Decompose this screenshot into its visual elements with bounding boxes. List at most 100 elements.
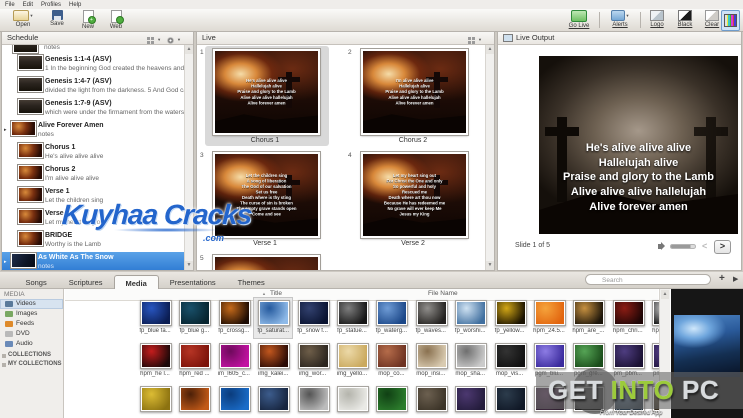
sidebar-item-images[interactable]: Images <box>0 309 63 319</box>
schedule-scrollbar[interactable]: ▲ ▼ <box>184 45 193 270</box>
media-thumbnail[interactable] <box>416 386 448 412</box>
scroll-up-icon[interactable]: ▲ <box>486 45 494 54</box>
media-filename: fp_blue g... <box>175 328 213 334</box>
menu-file[interactable]: File <box>5 2 15 8</box>
media-thumbnail[interactable] <box>219 343 251 369</box>
schedule-item[interactable]: Genesis 1:4-7 (ASV)divided the light fro… <box>2 76 185 98</box>
add-media-button[interactable]: + <box>719 273 725 284</box>
sidebar-item-label: Audio <box>16 340 33 347</box>
live-slide[interactable]: 4Let my heart sing outFor Christ the One… <box>347 148 487 251</box>
sidebar-section[interactable]: COLLECTIONS <box>0 349 63 358</box>
schedule-item[interactable]: Genesis 1:7-9 (ASV)which were under the … <box>2 98 185 120</box>
alerts-button[interactable]: ▼ Alerts <box>604 10 636 30</box>
media-thumbnail[interactable] <box>179 300 211 326</box>
live-slide[interactable]: 2I'm alive alive aliveHallelujah alivePr… <box>347 45 487 148</box>
view-mode-icon[interactable] <box>147 37 154 44</box>
live-slide[interactable]: 1He's alive alive aliveHallelujah aliveP… <box>199 45 347 148</box>
live-output-title: Live Output <box>516 33 554 42</box>
media-thumbnail[interactable] <box>652 300 659 326</box>
scroll-up-icon[interactable]: ▲ <box>661 290 669 299</box>
sidebar-item-audio[interactable]: Audio <box>0 339 63 349</box>
view-mode-icon[interactable] <box>468 37 475 44</box>
media-filename: hpm_red ... <box>175 371 213 377</box>
media-thumbnail[interactable] <box>258 300 290 326</box>
media-thumbnail[interactable] <box>455 300 487 326</box>
media-thumbnail[interactable] <box>337 386 369 412</box>
media-thumbnail[interactable] <box>258 386 290 412</box>
schedule-item[interactable]: Chorus 1He's alive alive alive <box>2 142 185 164</box>
media-thumbnail[interactable] <box>416 343 448 369</box>
media-thumbnail[interactable] <box>613 343 645 369</box>
schedule-item[interactable]: BRIDGEWorthy is the Lamb <box>2 230 185 252</box>
sidebar-item-label: Images <box>16 310 37 317</box>
media-thumbnail[interactable] <box>376 386 408 412</box>
expand-icon[interactable]: ▸ <box>4 259 7 265</box>
menu-profiles[interactable]: Profiles <box>41 2 61 8</box>
easyworship-window: File Edit Profiles Help ▼ Open Save + Ne… <box>0 0 743 418</box>
save-button[interactable]: Save <box>44 10 70 30</box>
schedule-item[interactable]: ▸Alive Forever Amennotes <box>2 120 185 142</box>
schedule-item-subtitle: divided the light from the darkness. 5 A… <box>45 87 185 94</box>
live-scrollbar[interactable]: ▲ ▼ <box>485 45 494 270</box>
next-slide-button[interactable]: > <box>714 240 731 254</box>
media-thumbnail[interactable] <box>376 300 408 326</box>
search-input[interactable]: Search <box>585 274 711 285</box>
media-thumbnail[interactable] <box>219 386 251 412</box>
gear-icon[interactable] <box>167 37 174 44</box>
prev-slide-button[interactable]: < <box>702 241 707 251</box>
schedule-item[interactable]: Chorus 2I'm alive alive alive <box>2 164 185 186</box>
menu-edit[interactable]: Edit <box>23 2 33 8</box>
media-thumbnail[interactable] <box>140 300 172 326</box>
media-thumbnail[interactable] <box>140 343 172 369</box>
open-button[interactable]: ▼ Open <box>8 10 38 30</box>
media-thumbnail[interactable] <box>455 343 487 369</box>
media-thumbnail[interactable] <box>337 300 369 326</box>
schedule-item[interactable]: ▸As White As The Snownotes <box>2 252 185 270</box>
media-thumbnail[interactable] <box>495 300 527 326</box>
new-button[interactable]: + New <box>76 10 100 30</box>
media-thumbnail[interactable] <box>337 343 369 369</box>
web-button[interactable]: Web <box>104 10 128 30</box>
media-thumbnail[interactable] <box>534 300 566 326</box>
go-live-button[interactable]: Go Live <box>563 10 595 30</box>
media-thumbnail[interactable] <box>613 300 645 326</box>
volume-slider[interactable] <box>670 244 696 249</box>
media-thumbnail[interactable] <box>495 386 527 412</box>
sidebar-item-videos[interactable]: Videos <box>0 299 63 309</box>
media-thumbnail[interactable] <box>534 343 566 369</box>
media-thumbnail[interactable] <box>495 343 527 369</box>
media-thumbnail[interactable] <box>573 343 605 369</box>
live-slide[interactable]: 5Worthy is the LambWorthy of our praiseW… <box>199 251 347 270</box>
output-lyrics: He's alive alive aliveHallelujah alivePr… <box>539 141 738 214</box>
media-thumbnail[interactable] <box>140 386 172 412</box>
media-thumbnail[interactable] <box>219 300 251 326</box>
expand-icon[interactable]: ▸ <box>4 127 7 133</box>
media-thumbnail[interactable] <box>179 343 211 369</box>
live-header: Live ▼ <box>197 32 494 45</box>
media-thumbnail[interactable] <box>455 386 487 412</box>
scroll-up-icon[interactable]: ▲ <box>185 45 193 54</box>
scroll-down-icon[interactable]: ▼ <box>185 261 193 270</box>
menu-help[interactable]: Help <box>69 2 81 8</box>
sidebar-item-feeds[interactable]: Feeds <box>0 319 63 329</box>
media-thumbnail[interactable] <box>376 343 408 369</box>
audio-icon <box>5 341 13 347</box>
media-thumbnail[interactable] <box>258 343 290 369</box>
schedule-item[interactable]: Genesis 1:1-4 (ASV)1 In the beginning Go… <box>2 54 185 76</box>
play-media-button[interactable]: ▶ <box>733 275 738 283</box>
media-thumbnail[interactable] <box>298 343 330 369</box>
media-thumbnail[interactable] <box>298 300 330 326</box>
sidebar-section[interactable]: MY COLLECTIONS <box>0 358 63 367</box>
media-thumbnail[interactable] <box>179 386 211 412</box>
clear-icon <box>705 10 719 21</box>
black-button[interactable]: Black <box>672 10 698 30</box>
scroll-down-icon[interactable]: ▼ <box>486 261 494 270</box>
schedule-item-partial[interactable]: notes <box>2 45 185 54</box>
media-thumbnail[interactable] <box>298 386 330 412</box>
media-thumbnail[interactable] <box>652 343 659 369</box>
media-thumbnail[interactable] <box>573 300 605 326</box>
media-thumbnail[interactable] <box>416 300 448 326</box>
sidebar-item-dvd[interactable]: DVD <box>0 329 63 339</box>
logo-button[interactable]: Logo <box>644 10 670 30</box>
live-output-toggle-button[interactable] <box>721 10 740 31</box>
